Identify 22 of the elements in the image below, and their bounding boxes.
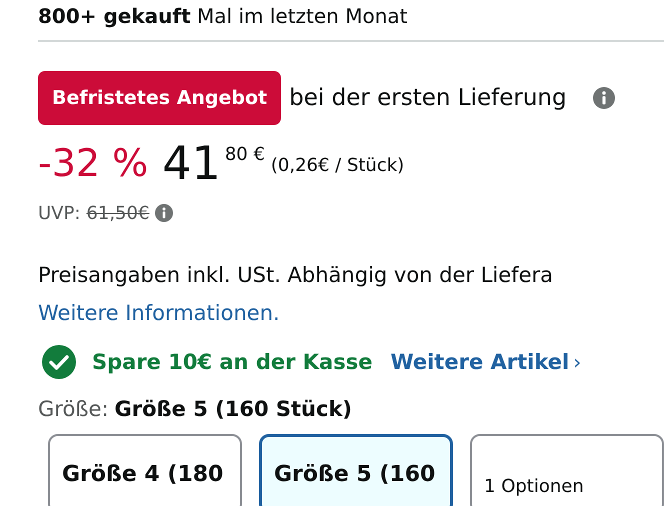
purchase-note: 800+ gekauft Mal im letzten Monat — [38, 3, 408, 30]
size-option[interactable]: Größe 5 (160 — [258, 434, 454, 506]
list-price-label: UVP: — [38, 202, 80, 224]
list-price: 61,50€ — [86, 202, 150, 224]
tax-note: Preisangaben inkl. USt. Abhängig von der Liefera — [38, 262, 554, 289]
info-icon[interactable] — [155, 204, 174, 222]
more-info-link[interactable]: Weitere Informationen. — [38, 298, 280, 328]
price-fraction: 80 € — [224, 146, 265, 164]
coupon-text: Spare 10€ an der Kasse — [92, 350, 372, 374]
check-icon — [42, 345, 76, 379]
size-option[interactable]: 1 Optionen — [470, 434, 664, 506]
info-icon[interactable] — [592, 87, 615, 109]
unit-price: (0,26€ / Stück) — [270, 156, 404, 176]
size-value: Größe 5 (160 Stück) — [114, 397, 352, 421]
deal-badge: Befristetes Angebot — [38, 71, 282, 125]
chevron-icon: › — [573, 350, 582, 374]
more-items-link[interactable]: Weitere Artikel — [390, 350, 570, 374]
size-label: Größe: — [38, 397, 109, 421]
price-whole: 41 — [162, 135, 221, 192]
size-option[interactable]: Größe 4 (180 — [48, 434, 242, 506]
discount-percent: -32 % — [38, 140, 148, 187]
deal-text: bei der ersten Lieferung — [289, 85, 567, 111]
